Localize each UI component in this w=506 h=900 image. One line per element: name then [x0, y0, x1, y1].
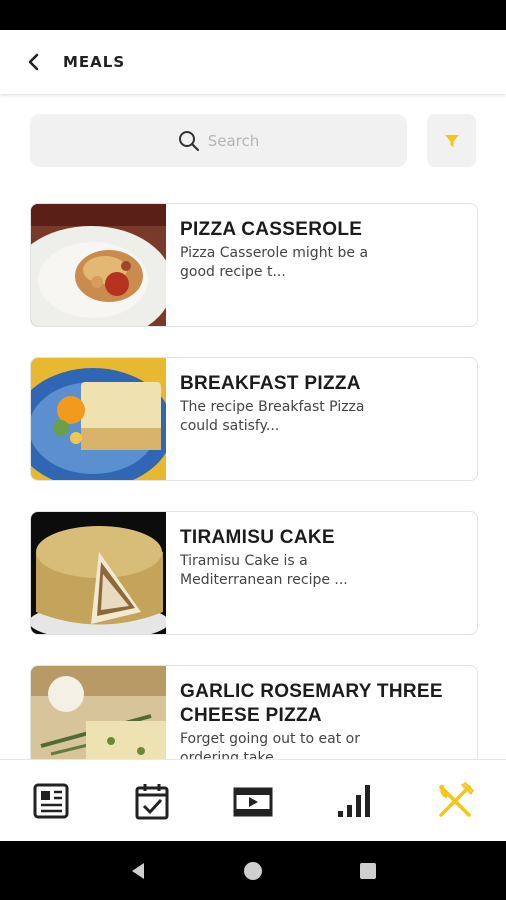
- meal-image: [31, 666, 166, 759]
- meal-image: [31, 512, 166, 634]
- system-home-button[interactable]: [238, 856, 268, 886]
- bottom-nav: [0, 759, 506, 841]
- filter-button[interactable]: [427, 114, 476, 167]
- meal-description-line: Forget going out to eat or: [180, 731, 360, 747]
- circle-home-icon: [243, 861, 262, 880]
- meal-description-line: Tiramisu Cake is a: [180, 553, 308, 569]
- meal-description: Pizza Casserole might be a good recipe t…: [180, 244, 368, 282]
- meal-description-line: good recipe t...: [180, 264, 286, 280]
- meal-list-content[interactable]: Search PIZZA CASSEROLE Pizza Casserole m…: [0, 94, 506, 759]
- meal-title-line: GARLIC ROSEMARY THREE: [180, 681, 443, 702]
- meal-card-pizza-casserole[interactable]: PIZZA CASSEROLE Pizza Casserole might be…: [30, 203, 478, 327]
- nav-video[interactable]: [223, 771, 283, 831]
- video-icon: [233, 787, 273, 816]
- app-bar: MEALS: [0, 30, 506, 94]
- nav-meals[interactable]: [425, 771, 485, 831]
- system-nav-bar: [0, 841, 506, 900]
- meal-title: BREAKFAST PIZZA: [180, 373, 361, 394]
- nav-calendar[interactable]: [122, 771, 182, 831]
- meal-card-breakfast-pizza[interactable]: BREAKFAST PIZZA The recipe Breakfast Piz…: [30, 357, 478, 481]
- meal-card-tiramisu-cake[interactable]: TIRAMISU CAKE Tiramisu Cake is a Mediter…: [30, 511, 478, 635]
- bar-chart-icon: [338, 784, 371, 817]
- meal-description: Forget going out to eat or ordering take…: [180, 730, 443, 759]
- filter-icon: [444, 134, 459, 147]
- meal-image: [31, 358, 166, 480]
- meal-description: Tiramisu Cake is a Mediterranean recipe …: [180, 552, 348, 590]
- fork-knife-icon: [439, 781, 475, 817]
- meal-description-line: Mediterranean recipe ...: [180, 572, 348, 588]
- system-back-button[interactable]: [123, 856, 153, 886]
- meal-title: GARLIC ROSEMARY THREE CHEESE PIZZA: [180, 680, 443, 728]
- meal-description: The recipe Breakfast Pizza could satisfy…: [180, 398, 364, 436]
- meal-title: TIRAMISU CAKE: [180, 527, 335, 548]
- meal-description-line: The recipe Breakfast Pizza: [180, 399, 365, 415]
- meal-description-line: could satisfy...: [180, 418, 280, 434]
- square-recents-icon: [360, 862, 377, 879]
- back-button[interactable]: [14, 42, 54, 82]
- search-input[interactable]: Search: [30, 114, 407, 167]
- status-bar: [0, 0, 506, 30]
- triangle-back-icon: [131, 862, 144, 879]
- meal-title: PIZZA CASSEROLE: [180, 219, 363, 240]
- news-icon: [33, 783, 69, 818]
- meal-description-line: Pizza Casserole might be a: [180, 245, 369, 261]
- calendar-check-icon: [135, 783, 169, 819]
- system-recents-button[interactable]: [353, 856, 383, 886]
- page-title: MEALS: [63, 53, 126, 71]
- meal-image: [31, 204, 166, 326]
- nav-stats[interactable]: [324, 771, 384, 831]
- search-icon: [178, 130, 199, 151]
- nav-news[interactable]: [21, 771, 81, 831]
- meal-title-line: CHEESE PIZZA: [180, 705, 322, 726]
- chevron-left-icon: [28, 53, 39, 71]
- search-placeholder: Search: [207, 131, 260, 150]
- meal-card-garlic-rosemary-pizza[interactable]: GARLIC ROSEMARY THREE CHEESE PIZZA Forge…: [30, 665, 478, 759]
- meal-description-line: ordering take...: [180, 750, 288, 759]
